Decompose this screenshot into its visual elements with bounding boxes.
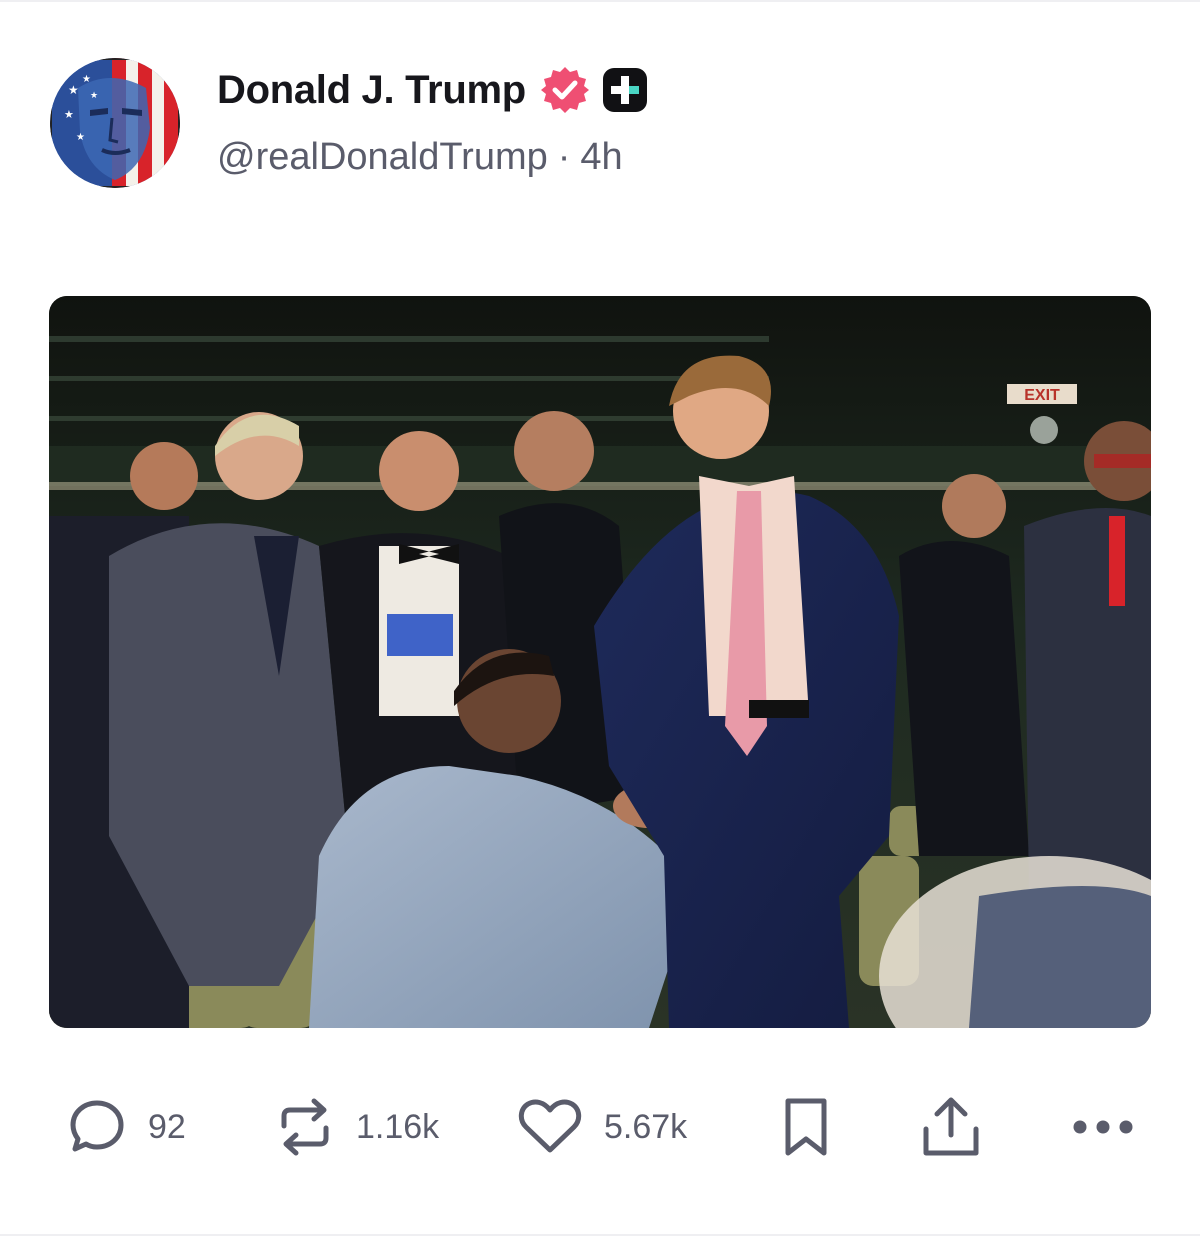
repost-button[interactable]: 1.16k — [276, 1094, 439, 1160]
post-photo[interactable]: EXIT — [49, 296, 1151, 1028]
reply-icon — [68, 1098, 126, 1156]
svg-text:★: ★ — [82, 74, 91, 85]
bookmark-icon — [782, 1095, 830, 1159]
plus-badge-icon — [602, 67, 648, 113]
repost-icon — [276, 1096, 334, 1158]
exit-sign-text: EXIT — [1024, 387, 1060, 404]
svg-text:★: ★ — [64, 109, 74, 121]
reply-count: 92 — [148, 1107, 186, 1146]
share-icon — [920, 1095, 982, 1159]
reply-button[interactable]: 92 — [68, 1094, 186, 1160]
like-count: 5.67k — [604, 1107, 688, 1146]
bookmark-button[interactable] — [782, 1094, 830, 1160]
post-header: ★ ★ ★ ★ ★ Donald J. Trump @realDonaldTru… — [50, 58, 648, 188]
timestamp[interactable]: 4h — [580, 136, 622, 179]
handle-row: @realDonaldTrump · 4h — [217, 136, 648, 179]
action-bar: 92 1.16k 5.67k — [68, 1094, 1138, 1160]
svg-text:★: ★ — [90, 90, 98, 100]
name-row: Donald J. Trump — [217, 64, 648, 116]
svg-text:★: ★ — [76, 132, 85, 143]
post-card: ★ ★ ★ ★ ★ Donald J. Trump @realDonaldTru… — [0, 0, 1200, 1236]
svg-text:★: ★ — [68, 83, 79, 97]
verified-badge-icon — [540, 65, 590, 115]
more-icon — [1072, 1117, 1134, 1137]
share-button[interactable] — [920, 1094, 982, 1160]
display-name[interactable]: Donald J. Trump — [217, 68, 526, 113]
author-identity: Donald J. Trump @realDonaldTrump · 4h — [217, 58, 648, 179]
more-button[interactable] — [1072, 1094, 1134, 1160]
like-button[interactable]: 5.67k — [518, 1094, 687, 1160]
heart-icon — [518, 1098, 582, 1156]
repost-count: 1.16k — [356, 1107, 440, 1146]
meta-separator: · — [557, 136, 571, 178]
handle[interactable]: @realDonaldTrump — [217, 136, 548, 179]
avatar[interactable]: ★ ★ ★ ★ ★ — [50, 58, 180, 188]
